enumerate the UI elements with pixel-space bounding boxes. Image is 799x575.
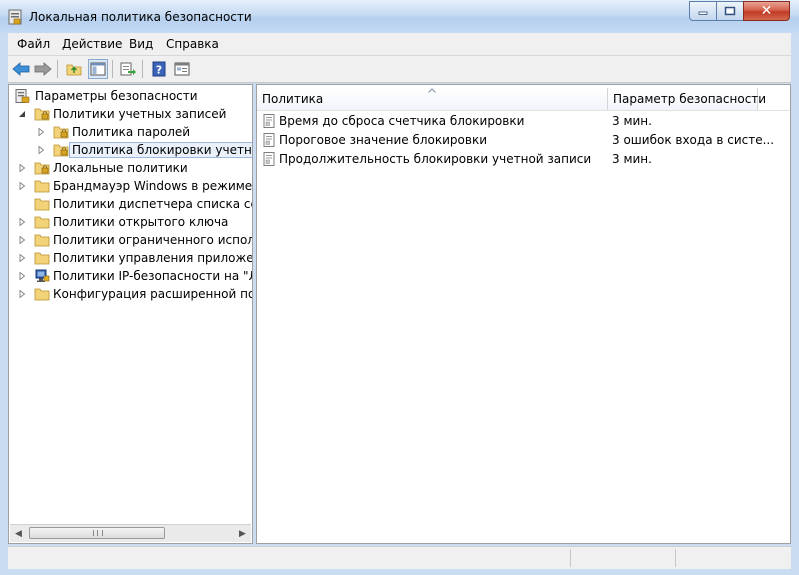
svg-text:?: ? bbox=[156, 64, 162, 77]
minimize-button[interactable] bbox=[689, 1, 717, 21]
policy-value: 3 мин. bbox=[612, 152, 652, 166]
window-title: Локальная политика безопасности bbox=[29, 10, 252, 24]
export-list-icon bbox=[120, 62, 136, 76]
policy-setting-icon bbox=[263, 114, 275, 128]
list-row[interactable]: Пороговое значение блокировки 3 ошибок в… bbox=[257, 131, 790, 150]
column-header-policy[interactable]: Политика bbox=[257, 88, 608, 110]
tree-horizontal-scrollbar[interactable]: ◀ ▶ bbox=[10, 524, 251, 542]
tree-item-label: Политики открытого ключа bbox=[53, 215, 229, 229]
scroll-grip-icon bbox=[93, 530, 103, 536]
policy-value: 3 ошибок входа в систе... bbox=[612, 133, 775, 147]
menu-view[interactable]: Вид bbox=[129, 37, 153, 51]
list-row[interactable]: Время до сброса счетчика блокировки 3 ми… bbox=[257, 112, 790, 131]
collapsed-arrow-icon[interactable] bbox=[18, 290, 26, 298]
collapsed-arrow-icon[interactable] bbox=[37, 128, 45, 136]
folder-icon bbox=[34, 198, 50, 211]
sort-ascending-icon bbox=[428, 88, 436, 93]
properties-button[interactable] bbox=[172, 59, 192, 79]
policy-value: 3 мин. bbox=[612, 114, 652, 128]
collapsed-arrow-icon[interactable] bbox=[18, 254, 26, 262]
scroll-left-button[interactable]: ◀ bbox=[10, 525, 27, 542]
toolbar-separator bbox=[57, 60, 58, 78]
forward-icon bbox=[34, 62, 52, 76]
back-button[interactable] bbox=[11, 59, 31, 79]
collapsed-arrow-icon[interactable] bbox=[18, 182, 26, 190]
collapsed-arrow-icon[interactable] bbox=[18, 272, 26, 280]
up-folder-icon bbox=[66, 64, 82, 76]
collapsed-arrow-icon[interactable] bbox=[18, 218, 26, 226]
toolbar-separator bbox=[142, 60, 143, 78]
tree-item-label: Политики IP-безопасности на "Лока bbox=[53, 269, 252, 283]
folder-icon bbox=[34, 252, 50, 265]
toolbar: ? bbox=[8, 56, 791, 83]
help-icon: ? bbox=[152, 61, 166, 77]
tree-item-label: Политика блокировки учетной зап bbox=[68, 142, 252, 158]
expanded-arrow-icon[interactable] bbox=[18, 110, 26, 118]
status-bar bbox=[8, 546, 791, 569]
folder-icon bbox=[34, 216, 50, 229]
menu-file[interactable]: Файл bbox=[17, 37, 50, 51]
minimize-icon bbox=[698, 11, 708, 15]
scroll-left-icon: ◀ bbox=[15, 528, 22, 539]
tree-item-label: Конфигурация расширенной полит bbox=[53, 287, 252, 301]
security-policy-icon bbox=[8, 9, 22, 25]
toolbar-separator bbox=[112, 60, 113, 78]
locked-folder-icon bbox=[34, 108, 50, 121]
security-settings-icon bbox=[15, 89, 30, 103]
title-bar[interactable]: Локальная политика безопасности ✕ bbox=[0, 0, 799, 33]
ip-security-icon bbox=[35, 269, 50, 282]
status-segment bbox=[675, 549, 676, 567]
collapsed-arrow-icon[interactable] bbox=[18, 236, 26, 244]
column-header-label: Параметр безопасности bbox=[613, 92, 767, 106]
maximize-button[interactable] bbox=[716, 1, 744, 21]
tree-item-label: Политики управления приложения bbox=[53, 251, 253, 265]
maximize-icon bbox=[724, 6, 736, 16]
tree-item-label: Политики ограниченного использо bbox=[53, 233, 252, 247]
policy-setting-icon bbox=[263, 133, 275, 147]
locked-folder-icon bbox=[53, 144, 69, 157]
collapsed-arrow-icon[interactable] bbox=[18, 164, 26, 172]
tree-pane[interactable]: Параметры безопасности Политики учетных … bbox=[8, 84, 253, 544]
back-icon bbox=[12, 62, 30, 76]
policy-name: Пороговое значение блокировки bbox=[279, 133, 488, 147]
show-hide-tree-button[interactable] bbox=[88, 59, 108, 79]
folder-icon bbox=[34, 288, 50, 301]
scroll-thumb[interactable] bbox=[29, 527, 165, 539]
locked-folder-icon bbox=[34, 162, 50, 175]
tree-item-label: Политика паролей bbox=[72, 125, 191, 139]
forward-button[interactable] bbox=[33, 59, 53, 79]
close-icon: ✕ bbox=[760, 3, 773, 19]
list-row[interactable]: Продолжительность блокировки учетной зап… bbox=[257, 150, 790, 169]
policy-name: Время до сброса счетчика блокировки bbox=[279, 114, 525, 128]
app-window: Локальная политика безопасности ✕ Файл Д… bbox=[0, 0, 799, 575]
policy-setting-icon bbox=[263, 152, 275, 166]
scroll-right-button[interactable]: ▶ bbox=[234, 525, 251, 542]
menu-action[interactable]: Действие bbox=[62, 37, 122, 51]
tree-item-label: Локальные политики bbox=[53, 161, 188, 175]
tree-item-label: Брандмауэр Windows в режиме пов bbox=[53, 179, 253, 193]
locked-folder-icon bbox=[53, 126, 69, 139]
policy-list-pane[interactable]: Политика Параметр безопасности Время до … bbox=[256, 84, 791, 544]
menu-help[interactable]: Справка bbox=[166, 37, 219, 51]
up-folder-button[interactable] bbox=[64, 59, 84, 79]
help-button[interactable]: ? bbox=[149, 59, 169, 79]
column-header-security-setting[interactable]: Параметр безопасности bbox=[608, 88, 766, 110]
close-button[interactable]: ✕ bbox=[743, 1, 790, 21]
folder-icon bbox=[34, 234, 50, 247]
tree-root-label: Параметры безопасности bbox=[35, 89, 198, 103]
export-list-button[interactable] bbox=[118, 59, 138, 79]
menu-bar: Файл Действие Вид Справка bbox=[8, 33, 791, 56]
status-segment bbox=[570, 549, 571, 567]
tree-item-label: Политики диспетчера списка сетей bbox=[53, 197, 252, 211]
folder-icon bbox=[34, 180, 50, 193]
header-divider bbox=[257, 110, 790, 111]
column-header-label: Политика bbox=[262, 92, 324, 106]
show-hide-tree-icon bbox=[90, 62, 106, 76]
scroll-right-icon: ▶ bbox=[239, 528, 246, 539]
policy-name: Продолжительность блокировки учетной зап… bbox=[279, 152, 592, 166]
tree-item-label: Политики учетных записей bbox=[53, 107, 227, 121]
collapsed-arrow-icon[interactable] bbox=[37, 146, 45, 154]
properties-icon bbox=[174, 62, 190, 76]
